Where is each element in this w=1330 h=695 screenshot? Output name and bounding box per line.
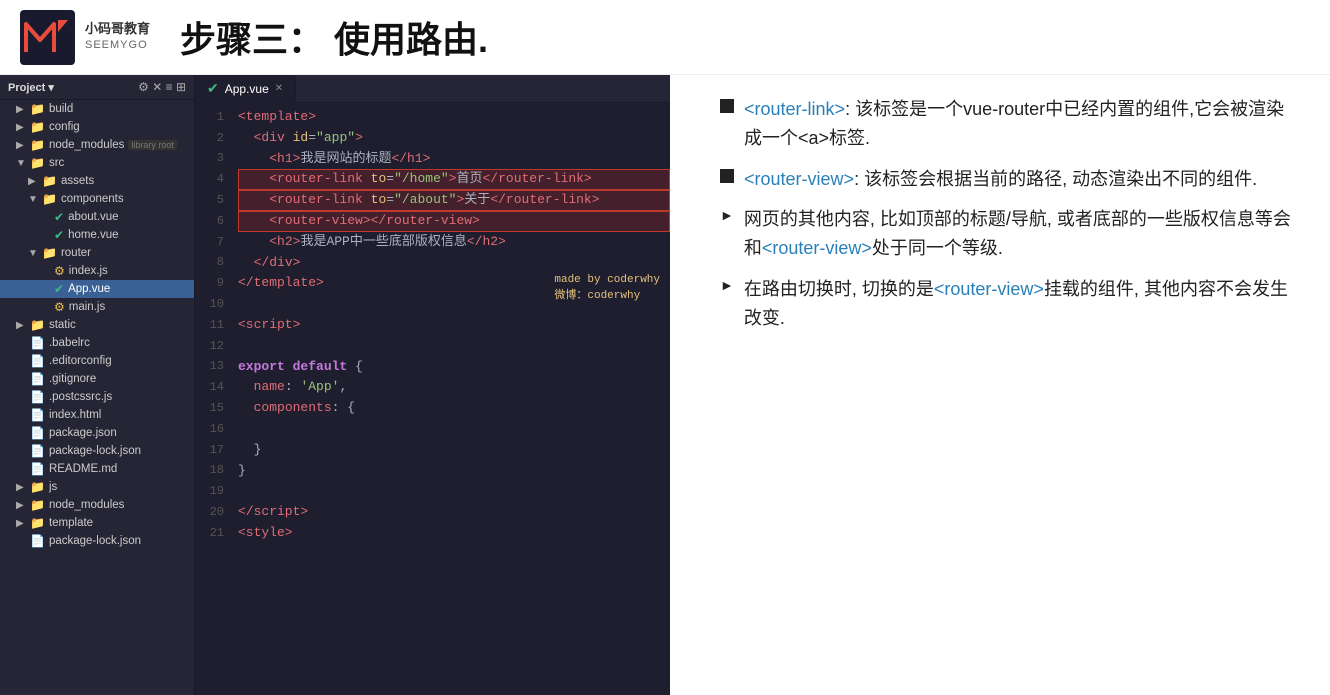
tree-item-build[interactable]: ▶ 📁 build (0, 100, 194, 118)
project-label: Project ▾ (8, 81, 54, 94)
tree-item-index-html[interactable]: 📄 index.html (0, 406, 194, 424)
editor-tabs: ✔ App.vue ✕ (195, 75, 670, 103)
note-text-2: <router-view>: 该标签会根据当前的路径, 动态渲染出不同的组件. (744, 165, 1257, 194)
code-line-9: </template> made by coderwhy微博：coderwhy (238, 273, 670, 294)
main-content: Project ▾ ⚙ ✕ ≡ ⊞ ▶ 📁 build ▶ 📁 config ▶… (0, 75, 1330, 695)
header: 小码哥教育 SEEMYGO 步骤三： 使用路由. (0, 0, 1330, 75)
brand-name: SEEMYGO (85, 38, 150, 53)
code-line-6: <router-view></router-view> (238, 211, 670, 232)
tree-item-package-lock[interactable]: 📄 package-lock.json (0, 442, 194, 460)
tab-label: App.vue (225, 82, 269, 96)
file-tree[interactable]: Project ▾ ⚙ ✕ ≡ ⊞ ▶ 📁 build ▶ 📁 config ▶… (0, 75, 195, 695)
code-line-3: <h1>我是网站的标题</h1> (238, 149, 670, 170)
logo-area: 小码哥教育 SEEMYGO (20, 10, 150, 65)
note-text-4: 在路由切换时, 切换的是<router-view>挂载的组件, 其他内容不会发生… (744, 275, 1300, 333)
close-icon[interactable]: ✕ (275, 83, 283, 94)
tree-item-readme[interactable]: 📄 README.md (0, 460, 194, 478)
ide-panel: Project ▾ ⚙ ✕ ≡ ⊞ ▶ 📁 build ▶ 📁 config ▶… (0, 75, 670, 695)
note-router-view: <router-view>: 该标签会根据当前的路径, 动态渲染出不同的组件. (720, 165, 1300, 194)
bullet-triangle-2: ► (720, 277, 734, 293)
page-title: 步骤三： 使用路由. (180, 11, 488, 63)
tree-item-about-vue[interactable]: ✔ about.vue (0, 208, 194, 226)
tree-item-home-vue[interactable]: ✔ home.vue (0, 226, 194, 244)
tree-item-js[interactable]: ▶ 📁 js (0, 478, 194, 496)
highlight-router-view-1: <router-view> (744, 169, 854, 189)
tab-app-vue[interactable]: ✔ App.vue ✕ (195, 75, 296, 102)
tree-item-editorconfig[interactable]: 📄 .editorconfig (0, 352, 194, 370)
tree-item-index-js[interactable]: ⚙ index.js (0, 262, 194, 280)
tree-item-main-js[interactable]: ⚙ main.js (0, 298, 194, 316)
tree-item-components[interactable]: ▼ 📁 components (0, 190, 194, 208)
code-line-20: </script> (238, 502, 670, 523)
tree-item-config[interactable]: ▶ 📁 config (0, 118, 194, 136)
tree-item-package-lock-2[interactable]: 📄 package-lock.json (0, 532, 194, 550)
code-line-13: export default { (238, 357, 670, 378)
code-line-1: <template> (238, 107, 670, 128)
logo-icon (20, 10, 75, 65)
tree-item-node-modules-2[interactable]: ▶ 📁 node_modules (0, 496, 194, 514)
tree-item-static[interactable]: ▶ 📁 static (0, 316, 194, 334)
code-line-8: </div> (238, 253, 670, 274)
code-line-10 (238, 294, 670, 315)
bullet-triangle-1: ► (720, 207, 734, 223)
file-tree-header: Project ▾ ⚙ ✕ ≡ ⊞ (0, 75, 194, 100)
line-numbers: 1 2 3 4 5 6 7 8 9 10 11 12 13 14 15 16 1 (195, 103, 230, 695)
highlight-router-view-2: <router-view> (762, 238, 872, 258)
code-line-18: } (238, 461, 670, 482)
tree-item-src[interactable]: ▼ 📁 src (0, 154, 194, 172)
code-line-4: <router-link to="/home">首页</router-link> (238, 169, 670, 190)
tree-item-package-json[interactable]: 📄 package.json (0, 424, 194, 442)
code-line-14: name: 'App', (238, 377, 670, 398)
highlight-router-link-1: <router-link> (744, 99, 845, 119)
logo-text: 小码哥教育 SEEMYGO (85, 20, 150, 54)
tree-item-template[interactable]: ▶ 📁 template (0, 514, 194, 532)
note-route-switch: ► 在路由切换时, 切换的是<router-view>挂载的组件, 其他内容不会… (720, 275, 1300, 333)
code-content: 1 2 3 4 5 6 7 8 9 10 11 12 13 14 15 16 1 (195, 103, 670, 695)
highlight-router-view-3: <router-view> (934, 279, 1044, 299)
tree-item-node-modules-root[interactable]: ▶ 📁 node_modules library root (0, 136, 194, 154)
company-name: 小码哥教育 (85, 20, 150, 38)
note-other-content: ► 网页的其他内容, 比如顶部的标题/导航, 或者底部的一些版权信息等会和<ro… (720, 205, 1300, 263)
notes-panel: <router-link>: 该标签是一个vue-router中已经内置的组件,… (690, 75, 1330, 695)
code-line-12 (238, 336, 670, 357)
code-line-16 (238, 419, 670, 440)
code-line-7: <h2>我是APP中一些底部版权信息</h2> (238, 232, 670, 253)
code-line-17: } (238, 440, 670, 461)
bullet-square-1 (720, 99, 734, 113)
note-text-1: <router-link>: 该标签是一个vue-router中已经内置的组件,… (744, 95, 1300, 153)
code-line-15: components: { (238, 398, 670, 419)
tree-item-app-vue[interactable]: ✔ App.vue (0, 280, 194, 298)
note-router-link: <router-link>: 该标签是一个vue-router中已经内置的组件,… (720, 95, 1300, 153)
vue-icon: ✔ (207, 80, 219, 97)
tree-item-postcssrc[interactable]: 📄 .postcssrc.js (0, 388, 194, 406)
tree-item-router[interactable]: ▼ 📁 router (0, 244, 194, 262)
code-line-2: <div id="app"> (238, 128, 670, 149)
tree-item-babelrc[interactable]: 📄 .babelrc (0, 334, 194, 352)
code-lines: <template> <div id="app"> <h1>我是网站的标题</h… (230, 103, 670, 695)
note-text-3: 网页的其他内容, 比如顶部的标题/导航, 或者底部的一些版权信息等会和<rout… (744, 205, 1300, 263)
code-line-11: <script> (238, 315, 670, 336)
bullet-square-2 (720, 169, 734, 183)
code-line-5: <router-link to="/about">关于</router-link… (238, 190, 670, 211)
tree-item-gitignore[interactable]: 📄 .gitignore (0, 370, 194, 388)
code-line-19 (238, 481, 670, 502)
tree-item-assets[interactable]: ▶ 📁 assets (0, 172, 194, 190)
code-line-21: <style> (238, 523, 670, 544)
tree-icons: ⚙ ✕ ≡ ⊞ (138, 80, 186, 94)
code-editor: ✔ App.vue ✕ 1 2 3 4 5 6 7 8 9 10 11 (195, 75, 670, 695)
gap (670, 75, 690, 695)
